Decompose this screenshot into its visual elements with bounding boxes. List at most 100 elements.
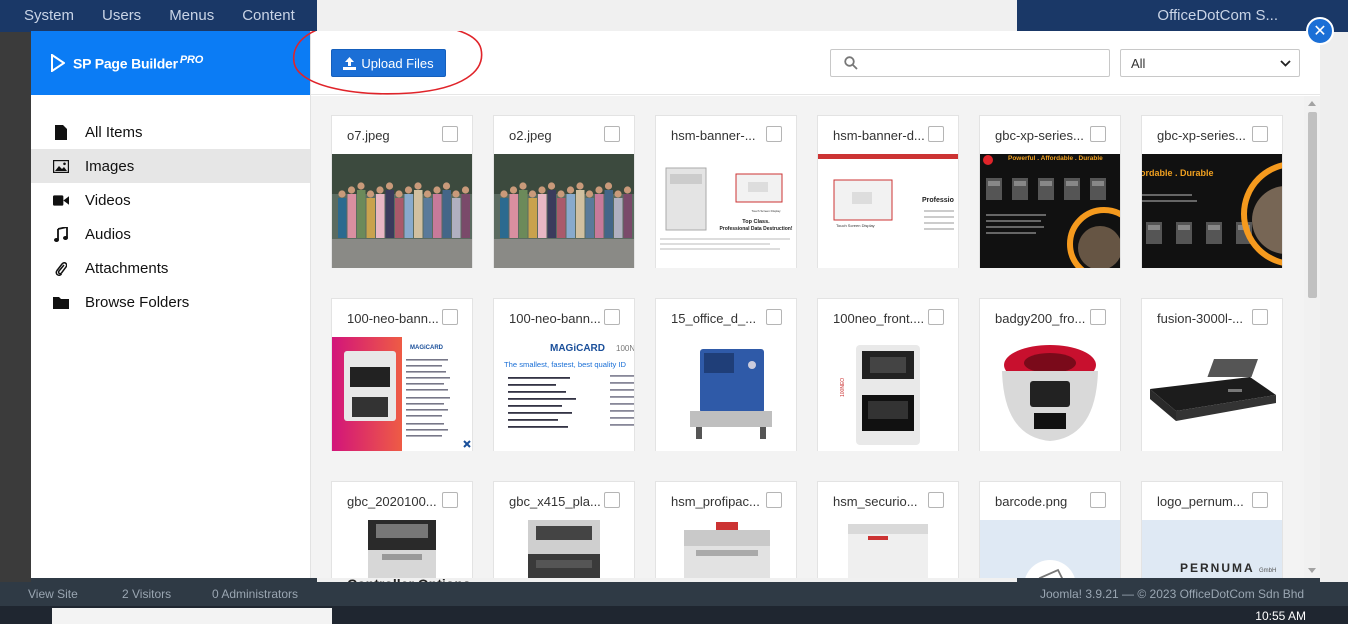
media-select-checkbox[interactable] [604,126,620,142]
media-card[interactable]: gbc-xp-series... ordable . Durable [1141,115,1283,268]
media-select-checkbox[interactable] [1252,492,1268,508]
media-select-checkbox[interactable] [928,309,944,325]
media-card[interactable]: hsm_profipac... [655,481,797,578]
media-card[interactable]: hsm-banner-... Touch Screen Display Top Cl… [655,115,797,268]
media-thumbnail[interactable] [980,337,1120,451]
media-nav: All Items Images Videos Audios Attachments Br… [31,115,310,319]
admin-menu-item[interactable]: Content [242,7,295,24]
sidebar-item-audios[interactable]: Audios [31,217,310,251]
media-card[interactable]: o2.jpeg [493,115,635,268]
svg-text:GmbH: GmbH [1259,568,1276,574]
type-filter-value: All [1131,55,1146,71]
media-select-checkbox[interactable] [442,492,458,508]
svg-text:Powerful . Affordable . Durabl: Powerful . Affordable . Durable [1008,155,1103,162]
upload-files-label: Upload Files [361,55,434,71]
type-filter-select[interactable]: All [1120,49,1300,77]
media-thumbnail[interactable] [656,520,796,578]
admin-menu-item[interactable]: Menus [169,7,214,24]
media-select-checkbox[interactable] [1090,126,1106,142]
media-card[interactable]: 100neo_front.... 100NEO [817,298,959,451]
svg-text:ordable . Durable: ordable . Durable [1142,168,1214,178]
media-card[interactable]: gbc_x415_pla... [493,481,635,578]
media-filename: o2.jpeg [509,128,552,143]
media-thumbnail[interactable]: MAGiCARD 100NEO The smallest, fastest, bes… [494,337,634,451]
svg-text:The smallest, fastest, best qu: The smallest, fastest, best quality ID [504,360,626,369]
media-filename: 100-neo-bann... [347,311,439,326]
media-select-checkbox[interactable] [604,309,620,325]
media-filename: barcode.png [995,494,1068,509]
admin-menu-item[interactable]: System [24,7,74,24]
sidebar-item-label: Videos [85,191,131,209]
media-select-checkbox[interactable] [766,309,782,325]
media-thumbnail[interactable] [494,154,634,268]
media-select-checkbox[interactable] [766,492,782,508]
media-thumbnail[interactable] [818,520,958,578]
media-select-checkbox[interactable] [1090,309,1106,325]
sidebar-item-all-items[interactable]: All Items [31,115,310,149]
vertical-scrollbar[interactable] [1304,96,1320,578]
media-thumbnail[interactable]: Touch Screen Display Top Class. Profession… [656,154,796,268]
media-main: Upload Files All o7.jpeg o2.jpeg hsm-banne… [292,31,1320,578]
taskbar-search[interactable] [52,608,332,624]
sidebar-item-attachments[interactable]: Attachments [31,251,310,285]
media-thumbnail[interactable]: Powerful . Affordable . Durable [980,154,1120,268]
media-filename: hsm-banner-... [671,128,756,143]
media-toolbar: Upload Files All [292,31,1320,95]
scrollbar-thumb[interactable] [1308,112,1317,298]
scroll-up-arrow[interactable] [1308,101,1316,106]
media-card[interactable]: hsm-banner-d... Touch Screen Display Profe… [817,115,959,268]
media-card[interactable]: hsm_securio... [817,481,959,578]
media-card[interactable]: o7.jpeg [331,115,473,268]
media-select-checkbox[interactable] [928,492,944,508]
media-card[interactable]: 15_office_d_... [655,298,797,451]
media-thumbnail[interactable]: ordable . Durable [1142,154,1282,268]
admin-site-name[interactable]: OfficeDotCom S... [1157,7,1278,24]
media-card[interactable]: 100-neo-bann... MAGiCARD 100NEO The smalles… [493,298,635,451]
media-select-checkbox[interactable] [1090,492,1106,508]
media-select-checkbox[interactable] [1252,126,1268,142]
media-card[interactable]: gbc_2020100... [331,481,473,578]
media-card[interactable]: badgy200_fro... [979,298,1121,451]
media-thumbnail[interactable] [332,520,472,578]
status-item[interactable]: 2 Visitors [122,587,171,601]
media-thumbnail[interactable] [494,520,634,578]
brand-name: SP Page Builder PRO [73,54,204,72]
close-modal-button[interactable]: ✕ [1306,17,1334,45]
media-grid-area: o7.jpeg o2.jpeg hsm-banner-... Touch Screen… [311,96,1320,578]
media-thumbnail[interactable] [656,337,796,451]
media-select-checkbox[interactable] [604,492,620,508]
media-card[interactable]: 100-neo-bann... MAGiCARD [331,298,473,451]
sidebar-item-browse-folders[interactable]: Browse Folders [31,285,310,319]
media-select-checkbox[interactable] [442,309,458,325]
media-thumbnail[interactable]: Touch Screen Display Professio [818,154,958,268]
media-select-checkbox[interactable] [442,126,458,142]
sidebar-item-videos[interactable]: Videos [31,183,310,217]
media-filename: 100neo_front.... [833,311,925,326]
svg-text:100NEO: 100NEO [840,378,846,397]
media-card[interactable]: barcode.png [979,481,1121,578]
media-search[interactable] [830,49,1110,77]
media-select-checkbox[interactable] [1252,309,1268,325]
media-select-checkbox[interactable] [928,126,944,142]
scroll-down-arrow[interactable] [1308,568,1316,573]
media-filename: gbc_2020100... [347,494,437,509]
media-thumbnail[interactable] [980,520,1120,578]
media-card[interactable]: logo_pernum... PERNUMA GmbH [1141,481,1283,578]
admin-menu-item[interactable]: Users [102,7,141,24]
media-card[interactable]: gbc-xp-series... Powerful . Affordable . … [979,115,1121,268]
media-thumbnail[interactable] [1142,337,1282,451]
media-card[interactable]: fusion-3000l-... [1141,298,1283,451]
status-item[interactable]: View Site [28,587,78,601]
sidebar-item-label: All Items [85,123,143,141]
media-select-checkbox[interactable] [766,126,782,142]
upload-files-button[interactable]: Upload Files [331,49,446,77]
media-thumbnail[interactable]: 100NEO [818,337,958,451]
status-item[interactable]: 0 Administrators [212,587,298,601]
media-thumbnail[interactable]: MAGiCARD [332,337,472,451]
media-filename: hsm-banner-d... [833,128,925,143]
media-thumbnail[interactable]: PERNUMA GmbH [1142,520,1282,578]
search-input[interactable] [867,53,1103,73]
sidebar-item-images[interactable]: Images [31,149,310,183]
media-thumbnail[interactable] [332,154,472,268]
media-filename: hsm_profipac... [671,494,760,509]
